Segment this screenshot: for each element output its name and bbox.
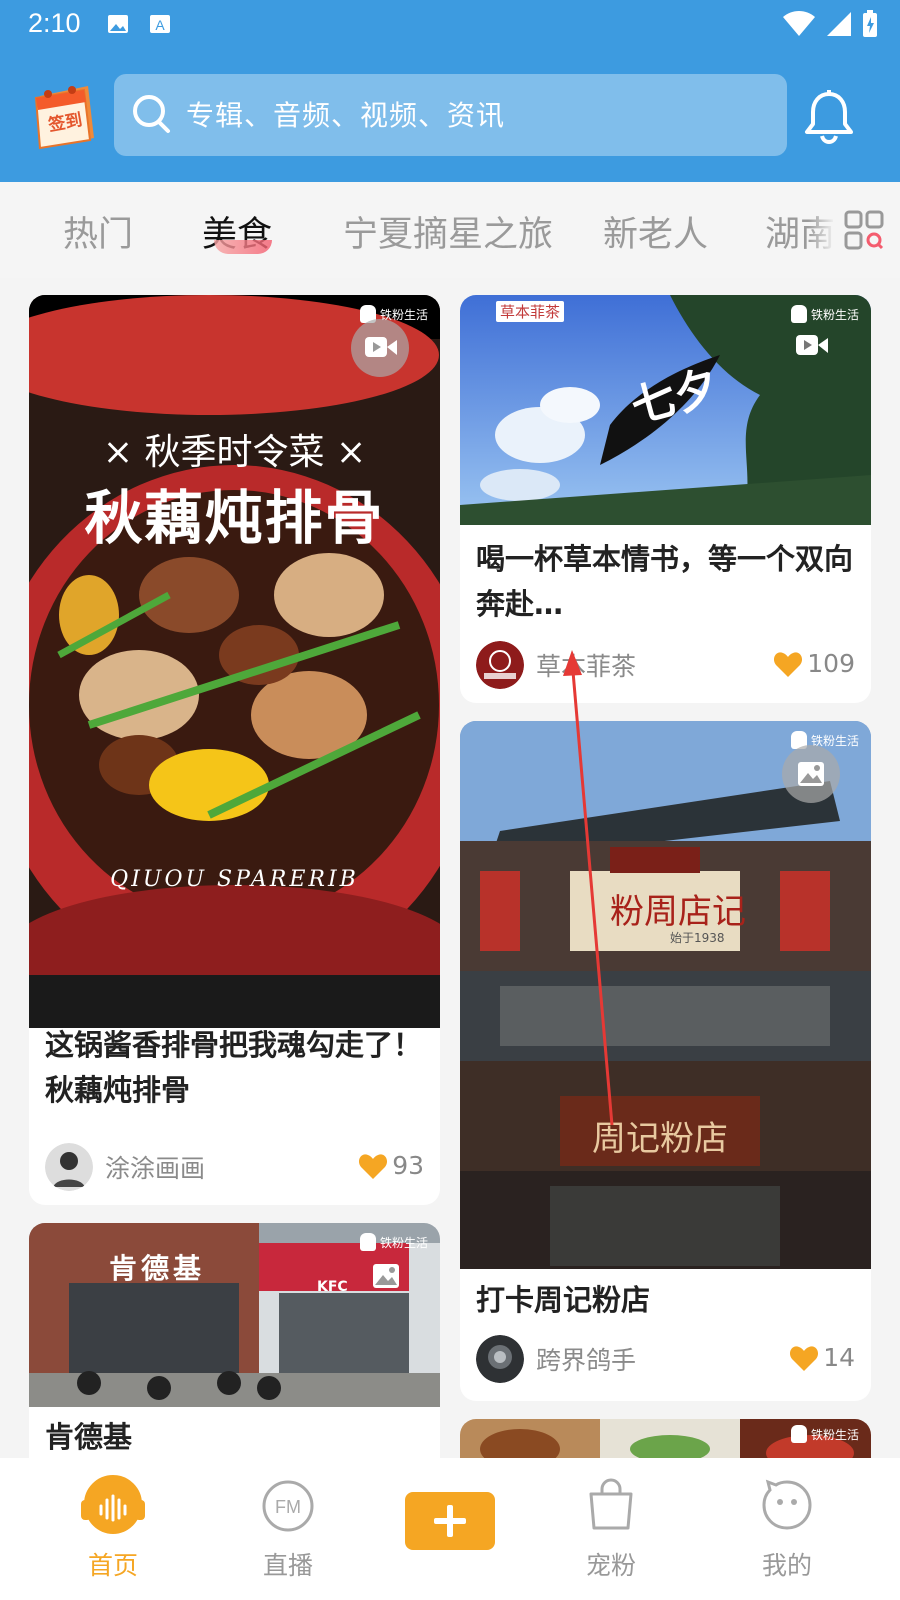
card-title: 打卡周记粉店	[476, 1283, 651, 1317]
tabs-more-button[interactable]	[808, 182, 900, 278]
text-notification-icon: A	[150, 15, 170, 33]
card-title: 喝一杯草本情书，等一个双向奔赴…	[476, 542, 854, 621]
tab-new-elderly[interactable]: 新老人	[603, 206, 708, 257]
grid-menu-icon	[844, 210, 884, 250]
status-bar: 2:10 A	[0, 0, 900, 50]
signin-calendar-button[interactable]: 签到	[30, 78, 100, 152]
card-author[interactable]: 跨界鸽手	[476, 1335, 636, 1383]
ribs-image-subtitle: × 秋季时令菜 ×	[102, 432, 367, 473]
card-author[interactable]: 草本菲茶	[476, 641, 636, 689]
status-time: 2:10	[28, 8, 81, 38]
feed-card-partial[interactable]: 铁粉生活	[460, 1419, 871, 1458]
brand-watermark: 铁粉生活	[790, 1425, 859, 1443]
status-right	[782, 10, 878, 38]
profile-face-icon	[762, 1479, 812, 1530]
search-bar[interactable]: 专辑、音频、视频、资讯	[114, 74, 787, 156]
author-avatar	[45, 1143, 93, 1191]
author-name: 草本菲茶	[536, 652, 637, 681]
heart-icon	[359, 1153, 388, 1179]
svg-text:FM: FM	[275, 1497, 301, 1517]
author-avatar	[476, 1335, 524, 1383]
battery-icon	[863, 10, 877, 37]
brand-logo-icon	[790, 1425, 807, 1443]
feed-card-noodle-shop[interactable]: 粉周店记 始于1938 周记粉店 铁粉生活 打卡周记粉店 跨界鸽手 14	[460, 721, 871, 1401]
fm-radio-icon: FM	[262, 1480, 314, 1532]
search-icon	[133, 95, 170, 133]
noodle-shop-board-title: 粉周店记	[610, 892, 746, 932]
top-header: 2:10 A 签到 专辑、音频、视频、资讯	[0, 0, 900, 182]
card-image-tea: 草本菲茶 七夕 铁粉生活	[460, 295, 871, 525]
heart-icon	[790, 1345, 819, 1371]
tab-hot[interactable]: 热门	[63, 206, 133, 257]
ribs-photo	[29, 295, 440, 1028]
home-headphones-icon	[81, 1475, 145, 1534]
card-image-ribs: 铁粉生活 × 秋季时令菜 × 秋藕炖排骨 QIUOU SPARERIB	[29, 295, 440, 1028]
feed-card-kfc[interactable]: 肯德基 KFC 铁粉生活 肯德基	[29, 1223, 440, 1458]
active-tab-indicator	[214, 240, 272, 254]
feed-card-tea[interactable]: 草本菲茶 七夕 铁粉生活 喝一杯草本情书，等一个双向奔赴… 草本菲茶 109	[460, 295, 871, 703]
signal-icon	[827, 12, 851, 36]
svg-text:A: A	[155, 17, 165, 33]
category-tabs: 热门 美食 宁夏摘星之旅 新老人 湖南	[0, 182, 900, 278]
nav-live-label: 直播	[262, 1551, 313, 1580]
noodle-shop-sign: 周记粉店	[592, 1119, 728, 1159]
like-number: 93	[392, 1151, 424, 1180]
image-badge	[357, 1247, 415, 1305]
card-image-noodle-shop: 粉周店记 始于1938 周记粉店 铁粉生活	[460, 721, 871, 1269]
tea-image-brand: 草本菲茶	[496, 301, 565, 322]
brand-text: 铁粉生活	[810, 1427, 859, 1442]
nav-fans-label: 宠粉	[585, 1551, 636, 1580]
add-post-button[interactable]	[405, 1492, 495, 1550]
ribs-image-english: QIUOU SPARERIB	[110, 867, 359, 892]
card-author[interactable]: 涂涂画画	[45, 1143, 205, 1191]
noodle-shop-photo	[460, 721, 871, 1269]
like-count[interactable]: 14	[789, 1343, 855, 1372]
image-icon	[798, 762, 824, 786]
gallery-notification-icon	[108, 15, 128, 33]
author-avatar	[476, 641, 524, 689]
video-icon	[365, 337, 397, 357]
bottom-navigation: 首页 FM 直播 宠粉 我的	[0, 1458, 900, 1600]
search-placeholder: 专辑、音频、视频、资讯	[186, 99, 506, 132]
video-badge	[351, 319, 409, 377]
heart-icon	[774, 651, 803, 677]
nav-mine-label: 我的	[761, 1551, 812, 1580]
bell-icon[interactable]	[802, 88, 856, 144]
video-badge	[782, 317, 840, 375]
author-name: 跨界鸽手	[536, 1346, 637, 1375]
like-number: 109	[807, 649, 855, 678]
card-title: 肯德基	[45, 1420, 133, 1454]
author-name: 涂涂画画	[105, 1154, 206, 1183]
like-count[interactable]: 109	[773, 649, 855, 678]
kfc-logo-text: KFC	[317, 1279, 348, 1295]
nav-home-label: 首页	[87, 1551, 138, 1580]
feed-card-ribs[interactable]: 铁粉生活 × 秋季时令菜 × 秋藕炖排骨 QIUOU SPARERIB 这锅酱香…	[29, 295, 440, 1205]
shopping-bag-icon	[589, 1478, 633, 1530]
card-title: 这锅酱香排骨把我魂勾走了！秋藕炖排骨	[45, 1028, 423, 1107]
like-number: 14	[823, 1343, 855, 1372]
tab-ningxia-trip[interactable]: 宁夏摘星之旅	[343, 206, 553, 257]
card-image-kfc: 肯德基 KFC 铁粉生活	[29, 1223, 440, 1407]
image-icon	[373, 1264, 399, 1288]
video-icon	[796, 335, 828, 355]
image-badge	[782, 745, 840, 803]
wifi-icon	[783, 11, 815, 36]
like-count[interactable]: 93	[358, 1151, 424, 1180]
kfc-storefront-name: 肯德基	[109, 1252, 206, 1285]
noodle-shop-board-date: 始于1938	[670, 931, 725, 945]
ribs-image-title: 秋藕炖排骨	[84, 484, 385, 552]
